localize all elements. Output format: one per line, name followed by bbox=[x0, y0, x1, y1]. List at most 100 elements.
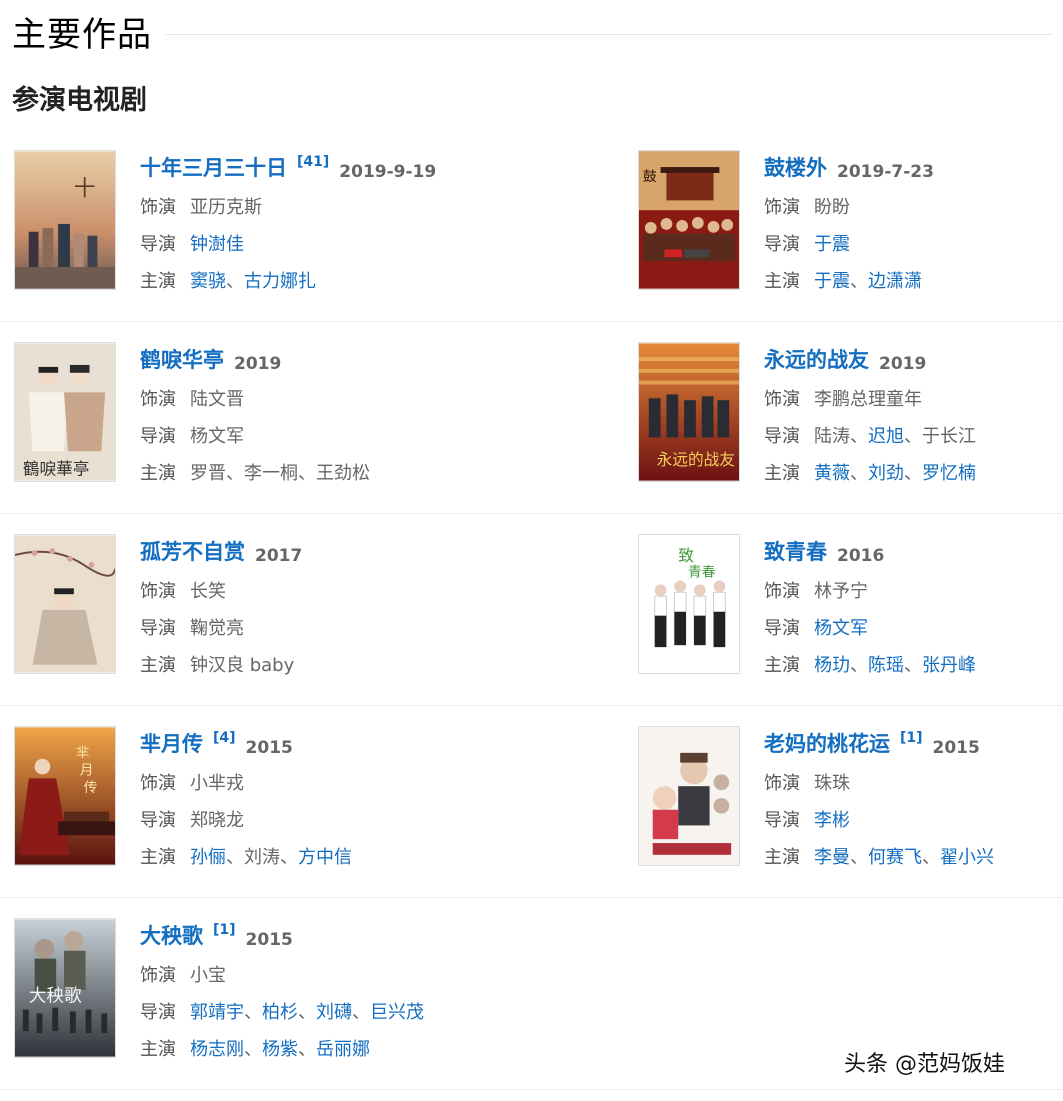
role-label: 饰演 bbox=[764, 197, 800, 218]
person-link[interactable]: 古力娜扎 bbox=[244, 271, 316, 292]
person-link[interactable]: 钟澍佳 bbox=[190, 234, 244, 255]
role-field: 饰演 盼盼 bbox=[764, 182, 1063, 219]
person-link[interactable]: 边潇潇 bbox=[868, 271, 922, 292]
person-link[interactable]: 杨玏 bbox=[814, 655, 850, 676]
director-label: 导演 bbox=[140, 810, 176, 831]
separator: 、 bbox=[850, 426, 868, 447]
cast-label: 主演 bbox=[140, 463, 176, 484]
work-info: 鼓楼外 2019-7-23 饰演 盼盼 导演 于震 主演 于震、边潇潇 bbox=[764, 150, 1063, 293]
cast-field: 主演 杨志刚、杨紫、岳丽娜 bbox=[140, 1024, 540, 1061]
person-link[interactable]: 孙俪 bbox=[190, 847, 226, 868]
section-divider bbox=[166, 33, 1052, 35]
work-info: 老妈的桃花运 [1] 2015 饰演 珠珠 导演 李彬 主演 李曼、何赛飞、翟小兴 bbox=[764, 726, 1063, 869]
person-link[interactable]: 杨紫 bbox=[262, 1039, 298, 1060]
person-link[interactable]: 刘礴 bbox=[316, 1002, 352, 1023]
work-title-link[interactable]: 致青春 bbox=[764, 536, 827, 566]
director-label: 导演 bbox=[140, 618, 176, 639]
person-link[interactable]: 于震 bbox=[814, 271, 850, 292]
separator: 、 bbox=[850, 655, 868, 676]
poster-image[interactable]: 鼓 bbox=[638, 150, 740, 290]
work-item: 永远的战友 永远的战友 2019 饰演 李鹏总理童年 导演 陆涛、迟旭、于长江 主演 黄薇、刘劲… bbox=[638, 342, 1063, 485]
work-title-link[interactable]: 鼓楼外 bbox=[764, 152, 827, 182]
cast-label: 主演 bbox=[140, 847, 176, 868]
person-link[interactable]: 柏杉 bbox=[262, 1002, 298, 1023]
person-link[interactable]: 刘劲 bbox=[868, 463, 904, 484]
reference-link[interactable]: [4] bbox=[213, 730, 236, 746]
poster-image[interactable]: 永远的战友 bbox=[638, 342, 740, 482]
work-title-line: 大秧歌 [1] 2015 bbox=[140, 918, 540, 950]
role-field: 饰演 林予宁 bbox=[764, 566, 1063, 603]
person-link[interactable]: 黄薇 bbox=[814, 463, 850, 484]
work-title-link[interactable]: 大秧歌 bbox=[140, 920, 203, 950]
director-values: 于震 bbox=[814, 230, 850, 256]
work-info: 永远的战友 2019 饰演 李鹏总理童年 导演 陆涛、迟旭、于长江 主演 黄薇、刘劲、罗忆楠 bbox=[764, 342, 1063, 485]
separator: 、 bbox=[904, 463, 922, 484]
work-info: 孤芳不自赏 2017 饰演 长笑 导演 鞠觉亮 主演 钟汉良 baby bbox=[140, 534, 540, 677]
reference-link[interactable]: [1] bbox=[213, 922, 236, 938]
poster-image[interactable]: 十 bbox=[14, 150, 116, 290]
release-year: 2015 bbox=[245, 738, 293, 758]
reference-link[interactable]: [1] bbox=[900, 730, 923, 746]
work-item: 鼓 鼓楼外 2019-7-23 饰演 盼盼 导演 于震 主演 于震、边潇潇 bbox=[638, 150, 1063, 293]
poster-image[interactable]: 大秧歌 bbox=[14, 918, 116, 1058]
poster-image[interactable] bbox=[638, 726, 740, 866]
person-link[interactable]: 李彬 bbox=[814, 810, 850, 831]
person-link[interactable]: 郭靖宇 bbox=[190, 1002, 244, 1023]
person-link[interactable]: 方中信 bbox=[298, 847, 352, 868]
director-field: 导演 杨文军 bbox=[764, 603, 1063, 640]
person-link[interactable]: 罗忆楠 bbox=[922, 463, 976, 484]
poster-image[interactable] bbox=[14, 534, 116, 674]
work-title-line: 鹤唳华亭 2019 bbox=[140, 342, 540, 374]
person-link[interactable]: 李曼 bbox=[814, 847, 850, 868]
work-title-link[interactable]: 孤芳不自赏 bbox=[140, 536, 245, 566]
work-info: 致青春 2016 饰演 林予宁 导演 杨文军 主演 杨玏、陈瑶、张丹峰 bbox=[764, 534, 1063, 677]
role-field: 饰演 小芈戎 bbox=[140, 758, 540, 795]
person-link[interactable]: 何赛飞 bbox=[868, 847, 922, 868]
person-link[interactable]: 杨志刚 bbox=[190, 1039, 244, 1060]
release-year: 2019-9-19 bbox=[339, 162, 437, 182]
person-link[interactable]: 巨兴茂 bbox=[370, 1002, 424, 1023]
reference-link[interactable]: [41] bbox=[297, 154, 329, 170]
work-title-link[interactable]: 鹤唳华亭 bbox=[140, 344, 224, 374]
role-field: 饰演 珠珠 bbox=[764, 758, 1063, 795]
separator: 、 bbox=[298, 463, 316, 484]
director-field: 导演 钟澍佳 bbox=[140, 219, 540, 256]
cast-values: 窦骁、古力娜扎 bbox=[190, 267, 316, 293]
person-link[interactable]: 窦骁 bbox=[190, 271, 226, 292]
separator: 、 bbox=[298, 1039, 316, 1060]
svg-text:十: 十 bbox=[74, 176, 96, 201]
role-field: 饰演 李鹏总理童年 bbox=[764, 374, 1063, 411]
work-title-link[interactable]: 老妈的桃花运 bbox=[764, 728, 890, 758]
person-link[interactable]: 张丹峰 bbox=[922, 655, 976, 676]
person-name: 郑晓龙 bbox=[190, 810, 244, 831]
person-link[interactable]: 陈瑶 bbox=[868, 655, 904, 676]
work-title-link[interactable]: 芈月传 bbox=[140, 728, 203, 758]
work-info: 鹤唳华亭 2019 饰演 陆文晋 导演 杨文军 主演 罗晋、李一桐、王劲松 bbox=[140, 342, 540, 485]
person-link[interactable]: 杨文军 bbox=[814, 618, 868, 639]
work-title-line: 芈月传 [4] 2015 bbox=[140, 726, 540, 758]
poster-image[interactable]: 芈月传 bbox=[14, 726, 116, 866]
cast-values: 杨玏、陈瑶、张丹峰 bbox=[814, 651, 976, 677]
director-label: 导演 bbox=[140, 234, 176, 255]
separator: 、 bbox=[850, 271, 868, 292]
director-field: 导演 郭靖宇、柏杉、刘礴、巨兴茂 bbox=[140, 987, 540, 1024]
person-name: 陆涛 bbox=[814, 426, 850, 447]
cast-values: 杨志刚、杨紫、岳丽娜 bbox=[190, 1035, 370, 1061]
work-title-link[interactable]: 十年三月三十日 bbox=[140, 152, 287, 182]
work-title-link[interactable]: 永远的战友 bbox=[764, 344, 869, 374]
svg-text:鼓: 鼓 bbox=[643, 169, 657, 185]
person-name: 于长江 bbox=[922, 426, 976, 447]
person-link[interactable]: 翟小兴 bbox=[940, 847, 994, 868]
director-label: 导演 bbox=[764, 426, 800, 447]
cast-field: 主演 于震、边潇潇 bbox=[764, 256, 1063, 293]
svg-text:月: 月 bbox=[80, 762, 94, 778]
works-row: 鶴唳華亭 鹤唳华亭 2019 饰演 陆文晋 导演 杨文军 主演 罗晋、李一桐、王劲松 永远的战友永… bbox=[0, 322, 1063, 514]
row-divider bbox=[0, 1089, 1063, 1090]
director-label: 导演 bbox=[140, 426, 176, 447]
person-link[interactable]: 于震 bbox=[814, 234, 850, 255]
cast-field: 主演 钟汉良 baby bbox=[140, 640, 540, 677]
person-link[interactable]: 迟旭 bbox=[868, 426, 904, 447]
poster-image[interactable]: 鶴唳華亭 bbox=[14, 342, 116, 482]
poster-image[interactable]: 致青春 bbox=[638, 534, 740, 674]
person-link[interactable]: 岳丽娜 bbox=[316, 1039, 370, 1060]
